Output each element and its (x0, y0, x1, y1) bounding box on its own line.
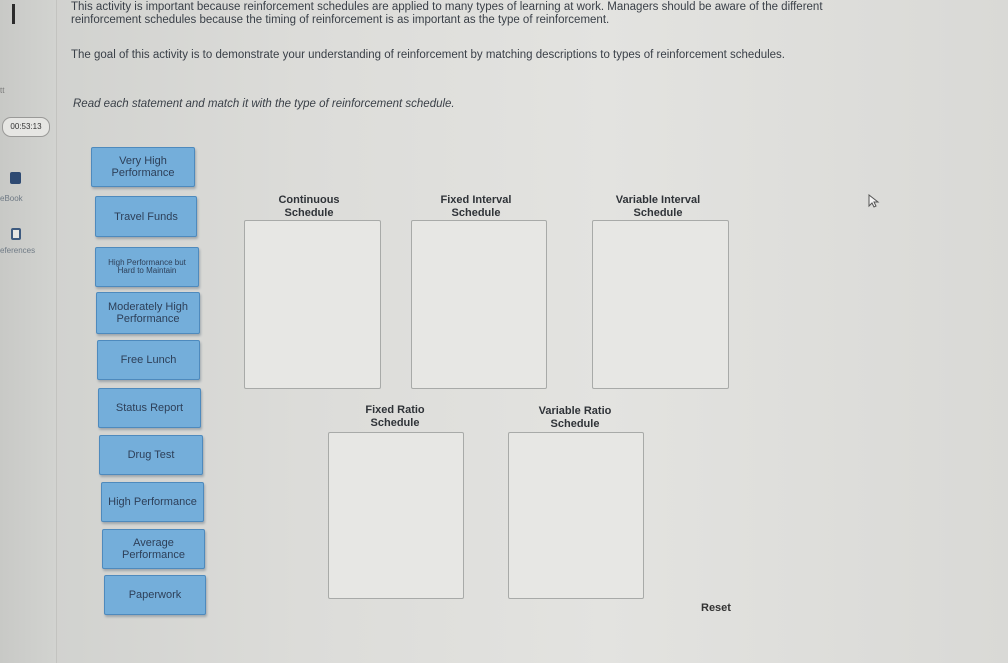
continuous-schedule-dropzone[interactable] (244, 220, 381, 389)
card-drug-test[interactable]: Drug Test (99, 435, 203, 475)
variable-interval-schedule-dropzone[interactable] (592, 220, 729, 389)
mouse-cursor-icon (868, 194, 880, 208)
fixed-ratio-schedule-label: Fixed Ratio Schedule (365, 404, 425, 429)
timer: 00:53:13 (2, 117, 50, 137)
card-status-report[interactable]: Status Report (98, 388, 201, 428)
card-average-performance[interactable]: Average Performance (102, 529, 205, 569)
references-icon[interactable] (11, 228, 21, 240)
variable-interval-schedule-label: Variable Interval Schedule (615, 194, 701, 219)
fixed-interval-schedule-label: Fixed Interval Schedule (440, 194, 512, 219)
reset-button[interactable]: Reset (701, 602, 731, 614)
intro-paragraph-2: The goal of this activity is to demonstr… (71, 49, 786, 61)
rail-marker (12, 4, 15, 24)
continuous-schedule-label: Continuous Schedule (278, 194, 340, 219)
ebook-icon[interactable] (10, 172, 21, 184)
card-very-high-performance[interactable]: Very High Performance (91, 147, 195, 187)
intro-paragraph-1: This activity is important because reinf… (71, 1, 823, 26)
variable-ratio-schedule-dropzone[interactable] (508, 432, 644, 599)
card-free-lunch[interactable]: Free Lunch (97, 340, 200, 380)
left-rail: tt 00:53:13 eBook eferences (0, 0, 57, 663)
card-high-performance-hard-to-maintain[interactable]: High Performance but Hard to Maintain (95, 247, 199, 287)
card-moderately-high-performance[interactable]: Moderately High Performance (96, 292, 200, 334)
card-high-performance[interactable]: High Performance (101, 482, 204, 522)
variable-ratio-schedule-label: Variable Ratio Schedule (538, 405, 612, 430)
fixed-interval-schedule-dropzone[interactable] (411, 220, 547, 389)
rail-small-text: tt (0, 86, 5, 95)
card-travel-funds[interactable]: Travel Funds (95, 196, 197, 237)
card-paperwork[interactable]: Paperwork (104, 575, 206, 615)
fixed-ratio-schedule-dropzone[interactable] (328, 432, 464, 599)
references-label[interactable]: eferences (0, 246, 35, 255)
instruction-text: Read each statement and match it with th… (73, 98, 455, 110)
ebook-label[interactable]: eBook (0, 194, 23, 203)
